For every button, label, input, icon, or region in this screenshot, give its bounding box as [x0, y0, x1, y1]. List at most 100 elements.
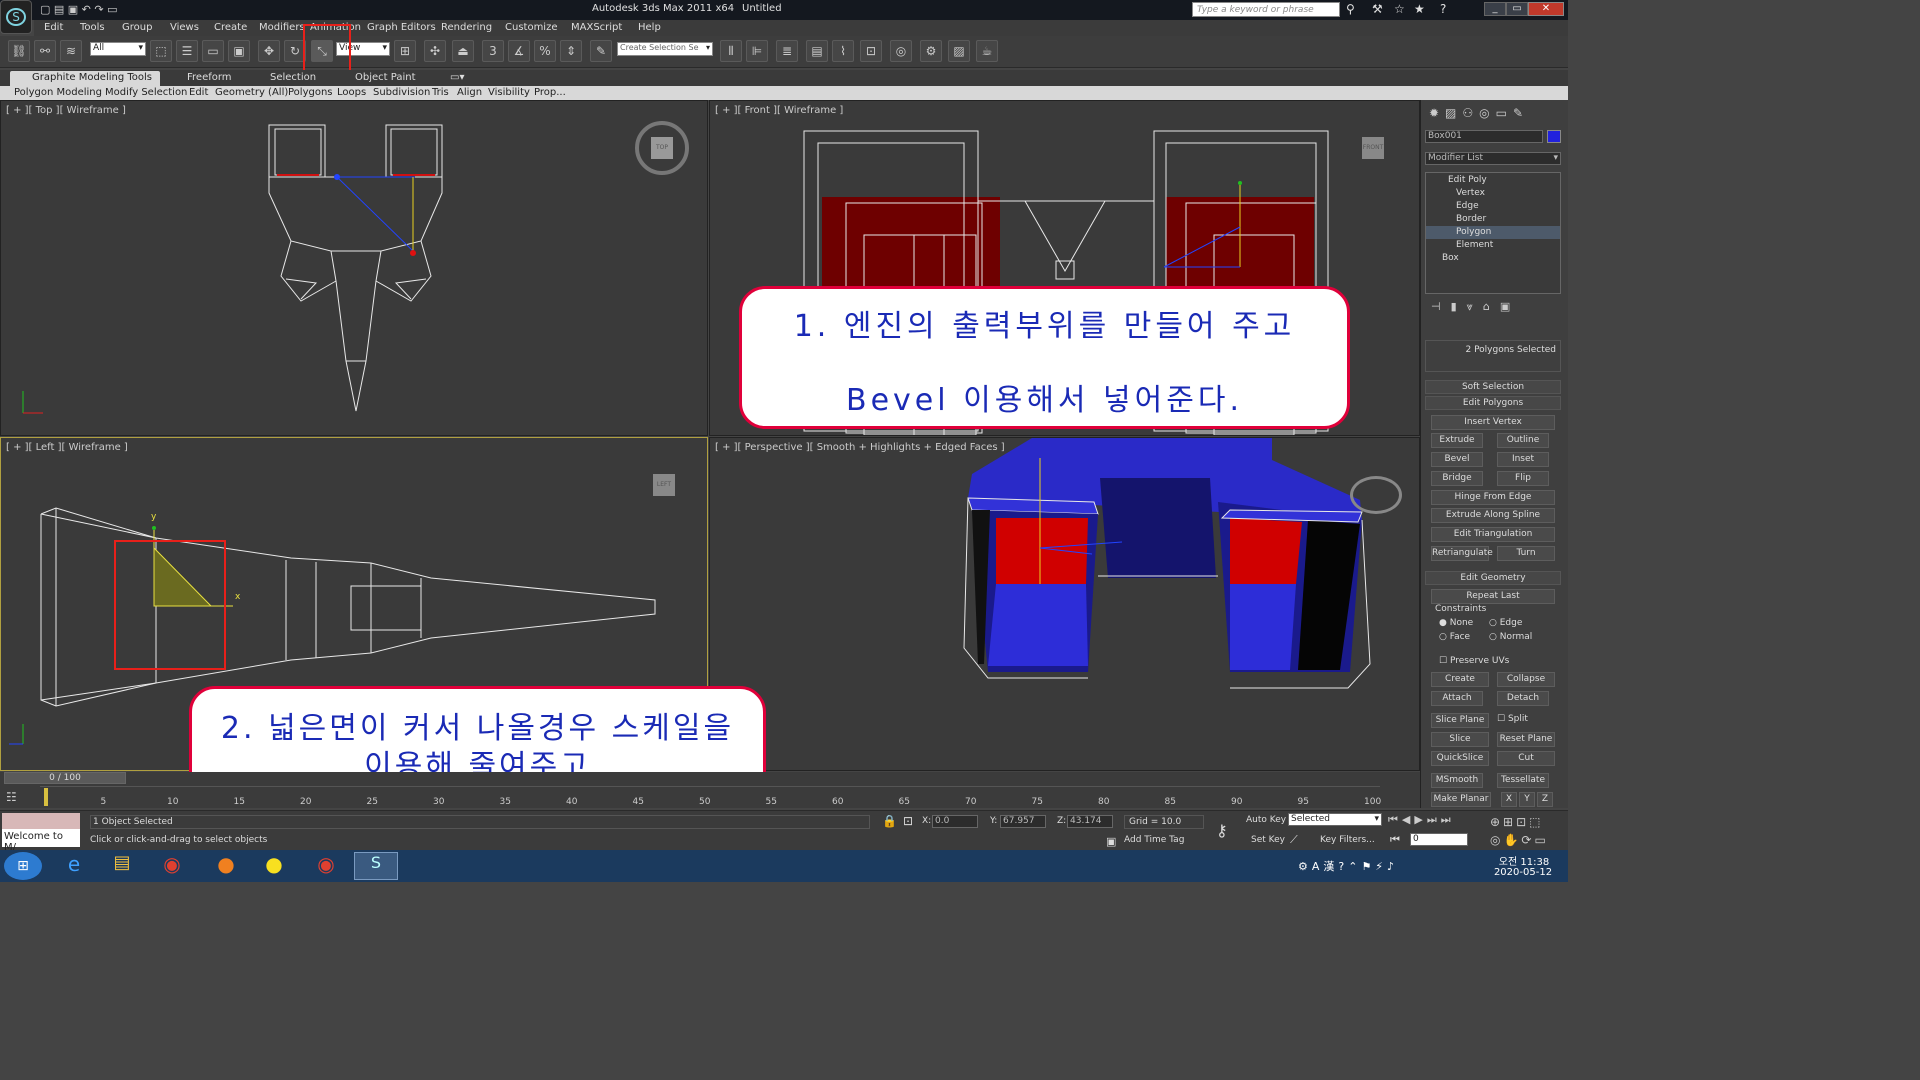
select-link-icon[interactable]: ⛓	[8, 40, 30, 62]
app-orange-icon[interactable]: ●	[206, 852, 246, 880]
schematic-view-icon[interactable]: ⊡	[860, 40, 882, 62]
add-time-tag[interactable]: Add Time Tag	[1124, 835, 1184, 845]
bridge-button[interactable]: Bridge	[1431, 471, 1483, 486]
material-editor-icon[interactable]: ◎	[890, 40, 912, 62]
lock-icon[interactable]: 🔒	[882, 814, 897, 828]
constraint-face-radio[interactable]: ○ Face	[1439, 632, 1470, 642]
make-planar-button[interactable]: Make Planar	[1431, 792, 1491, 807]
absolute-mode-icon[interactable]: ⊡	[903, 814, 913, 828]
tab-freeform[interactable]: Freeform	[187, 72, 232, 83]
move-icon[interactable]: ✥	[258, 40, 280, 62]
maxscript-listener-mini[interactable]	[2, 813, 80, 829]
menu-edit[interactable]: Edit	[44, 22, 63, 33]
menu-customize[interactable]: Customize	[505, 22, 558, 33]
menu-tools[interactable]: Tools	[80, 22, 105, 33]
reset-plane-button[interactable]: Reset Plane	[1497, 732, 1555, 747]
panel-geometry-all[interactable]: Geometry (All)	[215, 87, 288, 98]
viewcube-front[interactable]: FRONT	[1362, 137, 1384, 159]
panel-loops[interactable]: Loops	[337, 87, 366, 98]
outline-button[interactable]: Outline	[1497, 433, 1549, 448]
key-mode-toggle-icon[interactable]: ⏮	[1390, 833, 1400, 847]
bind-spacewarp-icon[interactable]: ≋	[60, 40, 82, 62]
stack-polygon[interactable]: Polygon	[1456, 227, 1491, 237]
time-ruler[interactable]: 5 10 15 20 25 30 35 40 45 50 55 60 65 70 75 80 85 90 95 100	[40, 786, 1381, 808]
curve-editor-icon[interactable]: ⌇	[832, 40, 854, 62]
percent-snap-icon[interactable]: %	[534, 40, 556, 62]
slice-plane-button[interactable]: Slice Plane	[1431, 713, 1489, 728]
tab-object-paint[interactable]: Object Paint	[355, 72, 416, 83]
stack-edge[interactable]: Edge	[1456, 201, 1479, 211]
panel-edit[interactable]: Edit	[189, 87, 208, 98]
preserve-uvs-checkbox[interactable]: ☐ Preserve UVs	[1439, 656, 1509, 666]
extrude-along-spline-button[interactable]: Extrude Along Spline	[1431, 508, 1555, 523]
welcome-field[interactable]: Welcome to M/	[2, 829, 80, 853]
ribbon-options-icon[interactable]: ▭▾	[450, 72, 464, 83]
render-setup-icon[interactable]: ⚙	[920, 40, 942, 62]
select-object-icon[interactable]: ⬚	[150, 40, 172, 62]
3dsmax-taskbar-icon[interactable]: S	[354, 852, 398, 880]
menu-modifiers[interactable]: Modifiers	[259, 22, 305, 33]
playback-controls[interactable]: ⏮◀▶⏭⏭	[1388, 813, 1468, 829]
mini-curve-editor-icon[interactable]: ☷	[6, 790, 28, 806]
insert-vertex-button[interactable]: Insert Vertex	[1431, 415, 1555, 430]
inset-button[interactable]: Inset	[1497, 452, 1549, 467]
panel-properties[interactable]: Prop...	[534, 87, 566, 98]
star-icon[interactable]: ☆	[1394, 2, 1405, 16]
viewport-perspective[interactable]: [ + ][ Perspective ][ Smooth + Highlight…	[709, 437, 1420, 771]
repeat-last-button[interactable]: Repeat Last	[1431, 589, 1555, 604]
z-coord-field[interactable]: 43.174	[1067, 815, 1113, 828]
tessellate-button[interactable]: Tessellate	[1497, 773, 1549, 788]
minimize-button[interactable]: _	[1484, 2, 1506, 16]
unlink-icon[interactable]: ⚯	[34, 40, 56, 62]
edit-named-selection-icon[interactable]: ✎	[590, 40, 612, 62]
detach-button[interactable]: Detach	[1497, 691, 1549, 706]
attach-button[interactable]: Attach	[1431, 691, 1483, 706]
retriangulate-button[interactable]: Retriangulate	[1431, 546, 1493, 561]
constraint-edge-radio[interactable]: ○ Edge	[1489, 618, 1522, 628]
set-key-button[interactable]: Set Key	[1251, 835, 1285, 845]
viewport-navigation-controls[interactable]: ⊕⊞⊡⬚ ◎✋⟳▭	[1490, 813, 1566, 849]
graphite-toggle-icon[interactable]: ▤	[806, 40, 828, 62]
soft-selection-rollout[interactable]: Soft Selection	[1425, 380, 1561, 394]
clock-date[interactable]: 2020-05-12	[1488, 867, 1558, 878]
viewcube-left[interactable]: LEFT	[653, 474, 675, 496]
panel-modify-selection[interactable]: Modify Selection	[105, 87, 187, 98]
binoculars-icon[interactable]: ⚲	[1346, 2, 1355, 16]
manipulate-icon[interactable]: ✣	[424, 40, 446, 62]
panel-visibility[interactable]: Visibility	[488, 87, 530, 98]
panel-polygons[interactable]: Polygons	[288, 87, 333, 98]
cut-button[interactable]: Cut	[1497, 751, 1555, 766]
flip-button[interactable]: Flip	[1497, 471, 1549, 486]
y-coord-field[interactable]: 67.957	[1000, 815, 1046, 828]
quick-access-toolbar[interactable]: ▢ ▤ ▣ ↶ ↷ ▭	[40, 3, 180, 17]
modifier-list-dropdown[interactable]: Modifier List ▾	[1425, 152, 1561, 165]
menu-maxscript[interactable]: MAXScript	[571, 22, 622, 33]
snaps-toggle-icon[interactable]: 3	[482, 40, 504, 62]
key-mode-dropdown[interactable]: Selected ▾	[1288, 813, 1382, 826]
set-key-icon[interactable]: ⟋	[1290, 833, 1298, 847]
command-panel-tabs[interactable]: ✹▨⚇◎▭✎	[1429, 106, 1565, 122]
stack-border[interactable]: Border	[1456, 214, 1486, 224]
rect-selection-icon[interactable]: ▭	[202, 40, 224, 62]
planar-z-button[interactable]: Z	[1537, 792, 1553, 807]
stack-tools-icons[interactable]: ⊣▮⩔⌂▣	[1431, 300, 1561, 314]
turn-button[interactable]: Turn	[1497, 546, 1555, 561]
system-tray[interactable]: ⚙A漢?⌃⚑⚡♪	[1298, 858, 1448, 874]
current-frame-field[interactable]: 0	[1410, 833, 1468, 846]
stack-edit-poly[interactable]: Edit Poly	[1448, 175, 1487, 185]
start-button[interactable]: ⊞	[4, 852, 42, 880]
panel-polygon-modeling[interactable]: Polygon Modeling	[14, 87, 102, 98]
panel-tris[interactable]: Tris	[432, 87, 449, 98]
align-icon[interactable]: ⊫	[746, 40, 768, 62]
bevel-button[interactable]: Bevel	[1431, 452, 1483, 467]
render-production-icon[interactable]: ☕	[976, 40, 998, 62]
stack-box[interactable]: Box	[1442, 253, 1459, 263]
auto-key-button[interactable]: Auto Key	[1246, 815, 1286, 825]
edit-geometry-rollout[interactable]: Edit Geometry	[1425, 571, 1561, 585]
window-crossing-icon[interactable]: ▣	[228, 40, 250, 62]
chrome-icon[interactable]: ◉	[152, 852, 192, 880]
key-icon[interactable]: ⚷	[1216, 821, 1228, 840]
time-slider[interactable]: 0 / 100	[4, 772, 126, 784]
tab-graphite-modeling-tools[interactable]: Graphite Modeling Tools	[32, 72, 152, 83]
edit-triangulation-button[interactable]: Edit Triangulation	[1431, 527, 1555, 542]
